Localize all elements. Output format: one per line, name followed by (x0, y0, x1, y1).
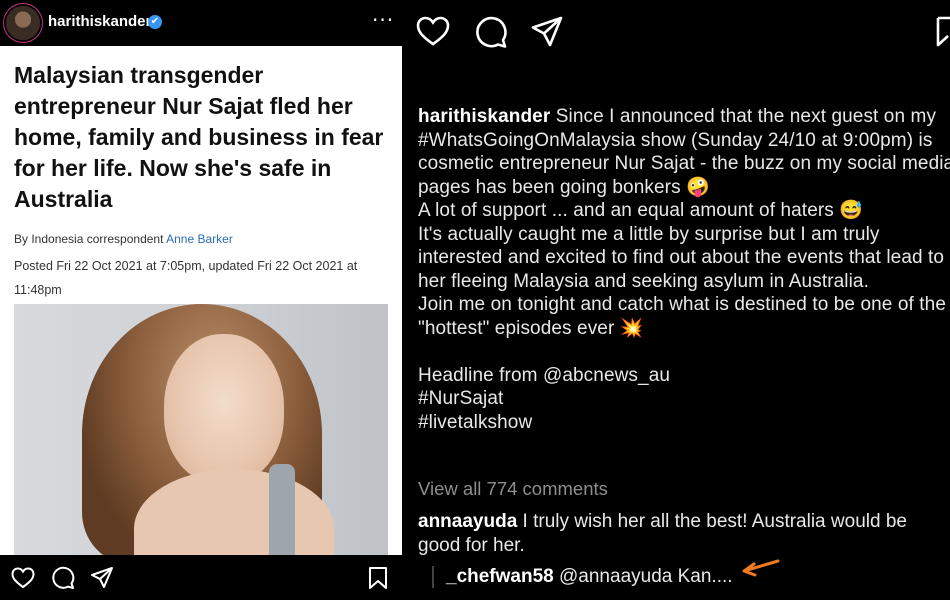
bookmark-icon[interactable] (368, 566, 388, 590)
photo-strap (269, 464, 295, 555)
byline-author: Anne Barker (166, 232, 233, 246)
post-action-bar (0, 555, 402, 600)
comment-item: annaayuda I truly wish her all the best!… (418, 510, 938, 558)
bookmark-icon[interactable] (936, 16, 950, 48)
article-image: Malaysian transgender entrepreneur Nur S… (0, 46, 402, 555)
top-action-bar (402, 0, 950, 60)
reply-username[interactable]: _chefwan58 (446, 566, 554, 587)
post-header: harithiskander ✔ ··· (0, 0, 402, 46)
heart-icon[interactable] (416, 16, 450, 46)
comment-username[interactable]: annaayuda (418, 511, 517, 532)
article-posted: Posted Fri 22 Oct 2021 at 7:05pm, update… (14, 259, 358, 297)
article-byline: By Indonesia correspondent Anne Barker (14, 232, 233, 246)
heart-icon[interactable] (11, 567, 35, 589)
caption-username[interactable]: harithiskander (418, 106, 550, 127)
reply-text: @annaayuda Kan.... (553, 566, 733, 587)
post-username[interactable]: harithiskander (48, 13, 151, 30)
view-all-comments-link[interactable]: View all 774 comments (418, 478, 608, 500)
comment-icon[interactable] (474, 15, 508, 49)
post-caption: harithiskander Since I announced that th… (418, 105, 950, 434)
article-headline: Malaysian transgender entrepreneur Nur S… (14, 62, 384, 212)
right-caption-panel: harithiskander Since I announced that th… (402, 0, 950, 600)
share-icon[interactable] (90, 566, 114, 590)
reply-item: _chefwan58 @annaayuda Kan.... (432, 566, 733, 588)
more-icon[interactable]: ··· (372, 8, 394, 32)
left-post-panel: harithiskander ✔ ··· Malaysian transgend… (0, 0, 402, 600)
arrow-icon (738, 557, 780, 581)
caption-text: Since I announced that the next guest on… (418, 106, 950, 433)
verified-icon: ✔ (148, 15, 162, 29)
avatar[interactable] (6, 6, 40, 40)
photo-face (164, 334, 284, 484)
article-photo (14, 304, 388, 555)
comment-icon[interactable] (51, 566, 75, 590)
byline-prefix: By Indonesia correspondent (14, 232, 167, 246)
share-icon[interactable] (530, 15, 564, 49)
